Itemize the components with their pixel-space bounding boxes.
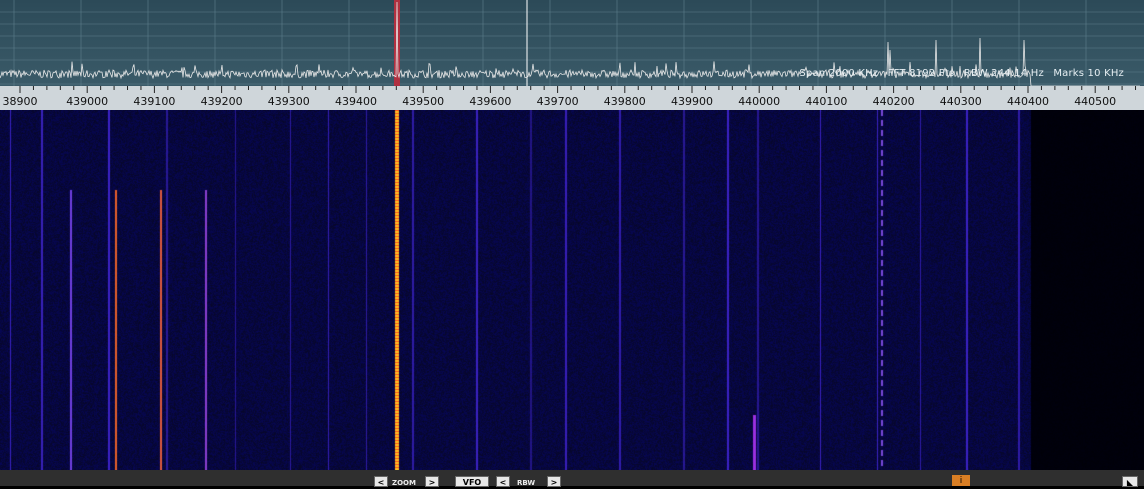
frequency-label: 440400 <box>1007 95 1049 108</box>
rbw-increase-button[interactable]: > <box>547 476 561 487</box>
frequency-label: 440200 <box>872 95 915 108</box>
control-bar: < ZOOM > VFO < RBW > i ◣ <box>0 470 1144 487</box>
waterfall-canvas[interactable] <box>0 110 1144 470</box>
zoom-out-button[interactable]: < <box>374 476 388 487</box>
marks-readout: Marks 10 KHz <box>1053 68 1124 79</box>
span-readout: Span 2000 KHz <box>799 68 879 79</box>
rbw-decrease-button[interactable]: < <box>496 476 510 487</box>
rbw-readout: RBW 244.14 Hz <box>963 68 1044 79</box>
info-button[interactable]: i <box>952 475 970 486</box>
spectrum-display[interactable]: Span 2000 KHz FFT 8192 Pts RBW 244.14 Hz… <box>0 0 1144 86</box>
frequency-label: 439600 <box>469 95 512 108</box>
frequency-label: 440100 <box>805 95 848 108</box>
corner-button[interactable]: ◣ <box>1122 476 1138 487</box>
frequency-label: 439200 <box>200 95 243 108</box>
fft-readout: FFT 8192 Pts <box>887 68 955 79</box>
frequency-label: 439100 <box>133 95 176 108</box>
frequency-label: 439800 <box>603 95 646 108</box>
frequency-label: 440000 <box>738 95 781 108</box>
frequency-label: 439900 <box>671 95 713 108</box>
frequency-label: 440500 <box>1074 95 1117 108</box>
frequency-label: 439000 <box>66 95 109 108</box>
zoom-in-button[interactable]: > <box>425 476 439 487</box>
frequency-label: 439300 <box>267 95 310 108</box>
vfo-button[interactable]: VFO <box>455 476 489 487</box>
frequency-label: 439400 <box>335 95 377 108</box>
spectrum-stats: Span 2000 KHz FFT 8192 Pts RBW 244.14 Hz… <box>793 68 1124 79</box>
frequency-ruler[interactable]: 38900 439000 439100 439200 439300 439400 43950… <box>0 86 1144 110</box>
frequency-label: 439500 <box>402 95 445 108</box>
waterfall-display[interactable] <box>0 110 1144 470</box>
frequency-label: 439700 <box>536 95 579 108</box>
frequency-label: 440300 <box>939 95 982 108</box>
frequency-label: 38900 <box>2 95 38 108</box>
